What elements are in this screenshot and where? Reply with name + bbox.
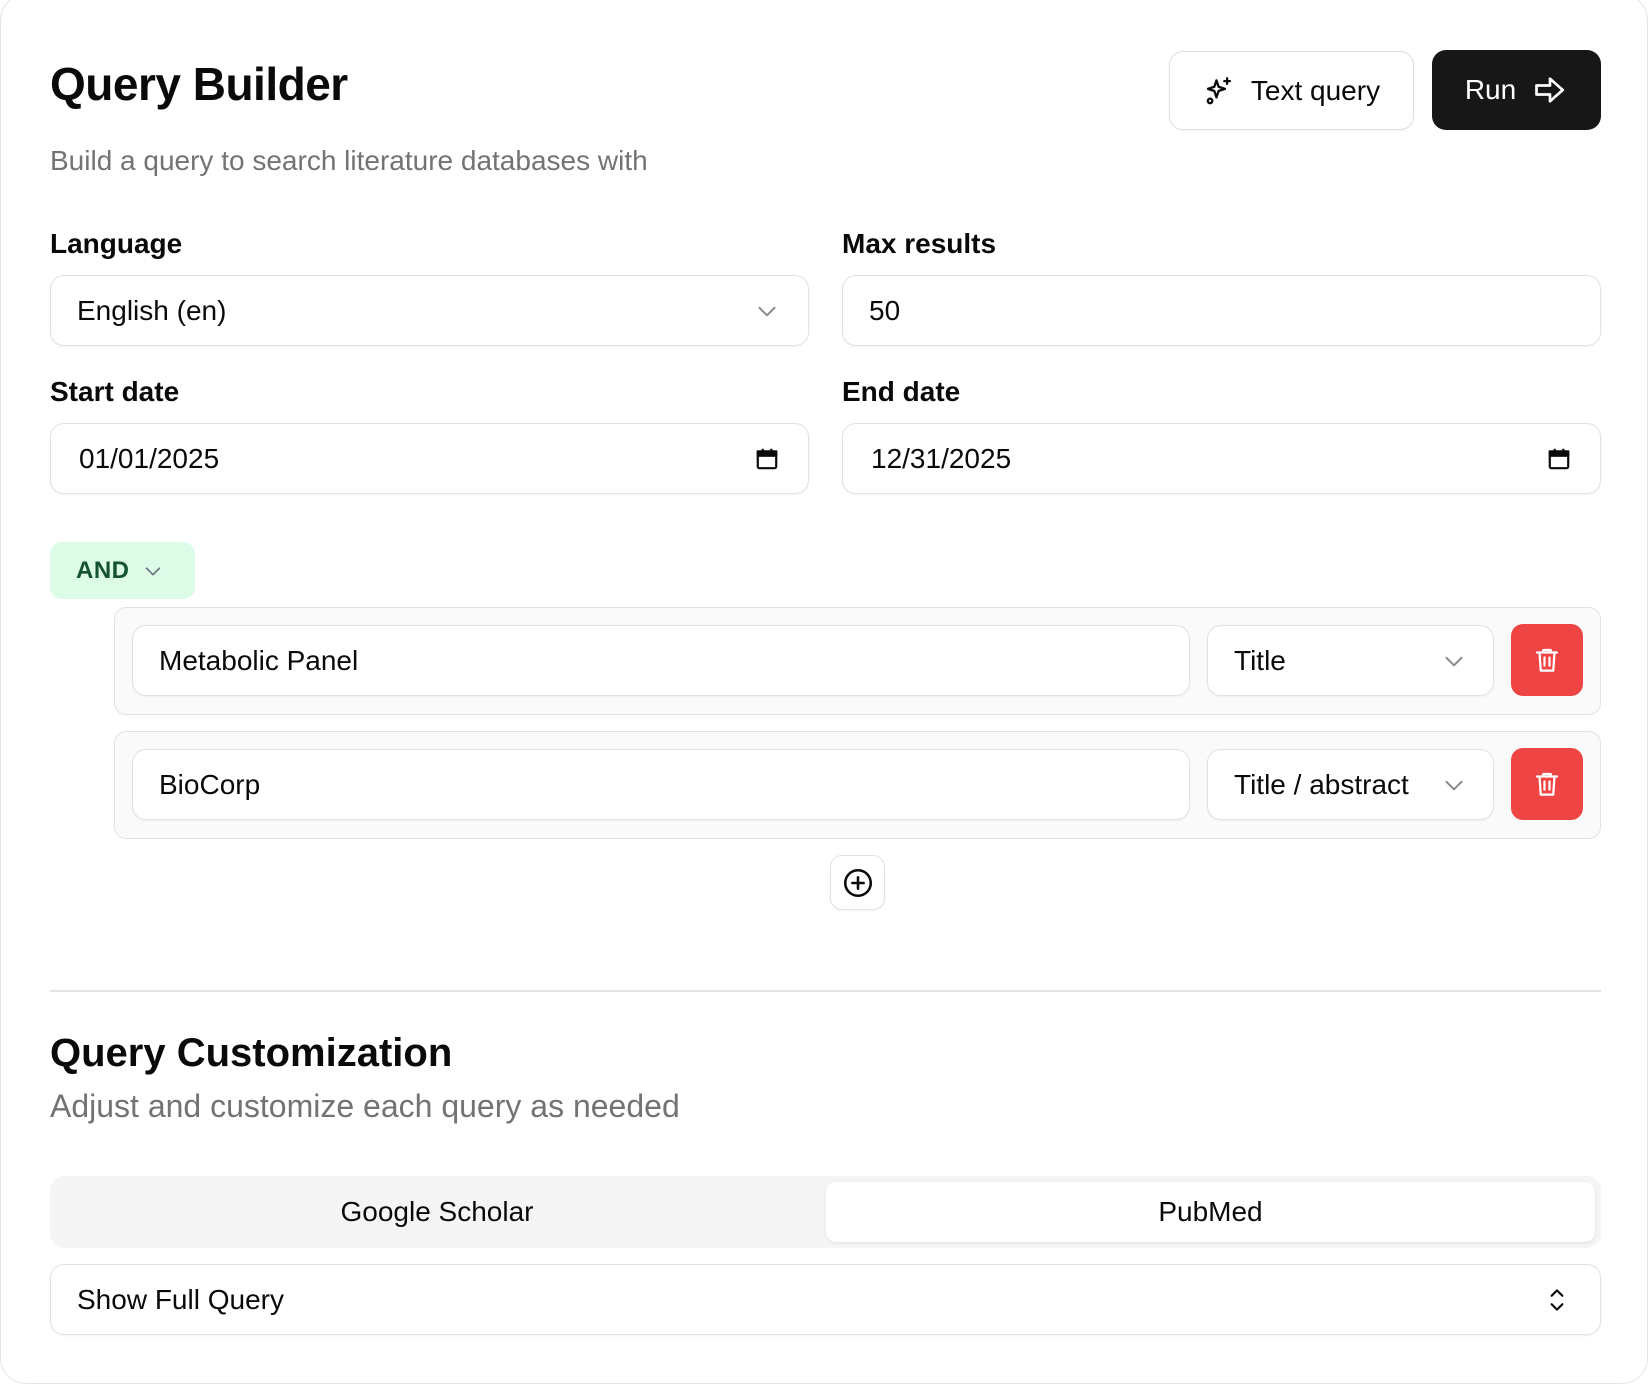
page-title: Query Builder	[50, 58, 348, 110]
page-subtitle: Build a query to search literature datab…	[50, 145, 648, 176]
delete-rule-button[interactable]	[1511, 748, 1583, 820]
chevron-down-icon	[1441, 648, 1467, 674]
calendar-icon[interactable]	[1546, 446, 1572, 472]
chevrons-up-down-icon	[1544, 1285, 1570, 1315]
customization-subtitle: Adjust and customize each query as neede…	[50, 1088, 680, 1124]
tab-pubmed[interactable]: PubMed	[826, 1182, 1595, 1242]
max-results-value: 50	[869, 294, 901, 326]
show-full-query-toggle[interactable]: Show Full Query	[50, 1264, 1601, 1335]
run-button[interactable]: Run	[1432, 50, 1601, 130]
language-select[interactable]: English (en)	[50, 275, 809, 346]
run-label: Run	[1464, 74, 1517, 105]
customization-title: Query Customization	[50, 1031, 453, 1075]
rule-field-select[interactable]: Title	[1207, 625, 1494, 696]
end-date-value: 12/31/2025	[871, 442, 1012, 474]
max-results-label: Max results	[842, 228, 997, 259]
delete-rule-button[interactable]	[1511, 624, 1583, 696]
logic-operator-select[interactable]: AND	[50, 542, 195, 599]
end-date-label: End date	[842, 376, 961, 407]
arrow-right-icon	[1532, 72, 1568, 108]
language-label: Language	[50, 228, 183, 259]
trash-icon	[1532, 645, 1562, 675]
tab-google-scholar[interactable]: Google Scholar	[56, 1182, 818, 1242]
rule-field-select[interactable]: Title / abstract	[1207, 749, 1494, 820]
add-rule-button[interactable]	[830, 855, 885, 910]
start-date-value: 01/01/2025	[79, 442, 220, 474]
rule-field-value: Title	[1234, 644, 1286, 676]
start-date-input[interactable]: 01/01/2025	[50, 423, 809, 494]
rule-term-input[interactable]: BioCorp	[132, 749, 1190, 820]
rule-term-value: BioCorp	[159, 768, 261, 800]
trash-icon	[1532, 769, 1562, 799]
rule-field-value: Title / abstract	[1234, 768, 1409, 800]
text-query-button[interactable]: Text query	[1169, 51, 1414, 130]
end-date-input[interactable]: 12/31/2025	[842, 423, 1601, 494]
chevron-down-icon	[142, 560, 164, 582]
database-tabs: Google Scholar PubMed	[50, 1176, 1601, 1248]
max-results-input[interactable]: 50	[842, 275, 1601, 346]
language-value: English (en)	[77, 294, 227, 326]
rule-term-input[interactable]: Metabolic Panel	[132, 625, 1190, 696]
section-divider	[50, 990, 1601, 992]
start-date-label: Start date	[50, 376, 180, 407]
calendar-icon[interactable]	[754, 446, 780, 472]
chevron-down-icon	[1441, 772, 1467, 798]
sparkles-icon	[1203, 74, 1237, 108]
show-full-query-label: Show Full Query	[77, 1283, 284, 1315]
plus-circle-icon	[841, 866, 875, 900]
text-query-label: Text query	[1250, 74, 1381, 106]
chevron-down-icon	[754, 298, 780, 324]
rule-term-value: Metabolic Panel	[159, 644, 359, 676]
logic-operator-value: AND	[76, 556, 130, 584]
